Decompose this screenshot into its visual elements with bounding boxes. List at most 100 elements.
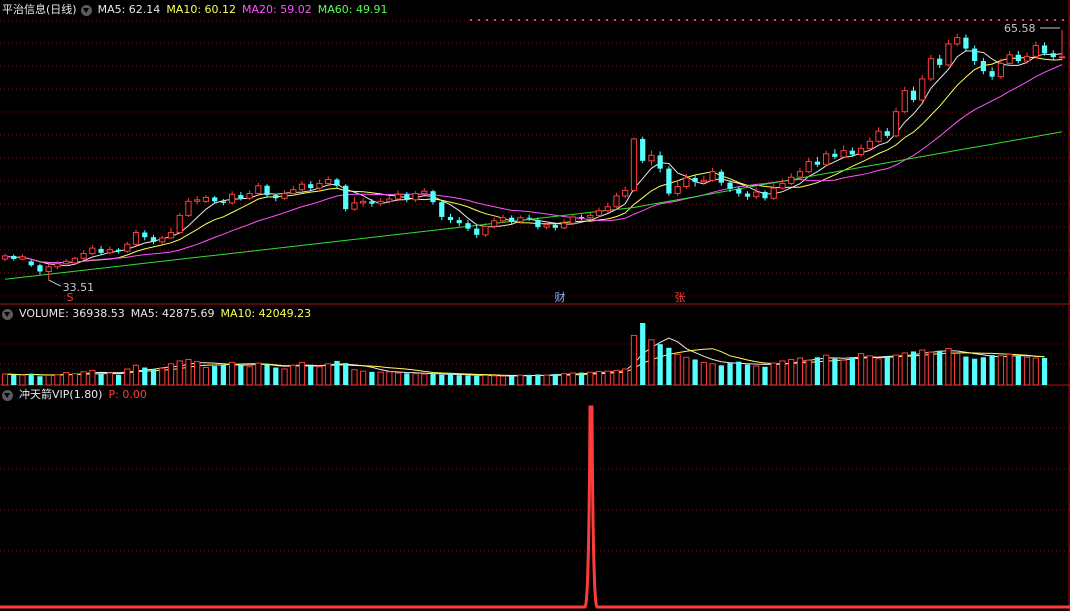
volume-bar bbox=[142, 367, 148, 385]
volume-bar bbox=[640, 323, 646, 385]
volume-bar bbox=[892, 354, 900, 386]
candle-body bbox=[19, 256, 26, 260]
volume-bar bbox=[578, 372, 585, 385]
candle-body bbox=[892, 111, 900, 137]
candle-body bbox=[595, 210, 603, 216]
volume-bar bbox=[132, 364, 140, 386]
candle-body bbox=[430, 191, 436, 203]
volume-bar bbox=[805, 359, 812, 386]
candle-body bbox=[316, 182, 323, 189]
stock-title: 平治信息(日线) bbox=[2, 3, 77, 16]
volume-bar bbox=[901, 352, 908, 386]
volume-bar bbox=[543, 374, 550, 386]
candle-body bbox=[535, 220, 541, 228]
volume-bar bbox=[526, 374, 532, 385]
volume-bar bbox=[770, 362, 777, 386]
volume-bar bbox=[360, 370, 367, 386]
volume-bar bbox=[753, 365, 760, 386]
candle-body bbox=[840, 150, 847, 158]
candle-body bbox=[377, 200, 384, 205]
candle-body bbox=[972, 48, 978, 62]
candle-body bbox=[578, 216, 585, 218]
volume-bar bbox=[54, 374, 61, 386]
collapse-icon[interactable] bbox=[2, 308, 13, 320]
volume-bar bbox=[989, 355, 995, 385]
volume-bar bbox=[264, 364, 270, 385]
volume-bar bbox=[857, 353, 865, 386]
volume-bar bbox=[823, 354, 830, 386]
volume-bar bbox=[997, 355, 1004, 386]
candle-body bbox=[456, 220, 462, 224]
volume-bar bbox=[674, 353, 681, 386]
volume-bar bbox=[202, 366, 210, 386]
candle-body bbox=[45, 266, 52, 273]
candle-body bbox=[805, 161, 812, 173]
candle-body bbox=[238, 195, 244, 199]
candle-body bbox=[552, 224, 558, 228]
candle-body bbox=[963, 37, 969, 49]
candle-body bbox=[814, 161, 821, 165]
volume-bar bbox=[308, 366, 314, 385]
candle-body bbox=[875, 130, 882, 142]
volume-bar bbox=[229, 361, 236, 386]
candle-body bbox=[298, 183, 306, 191]
volume-bar bbox=[11, 374, 17, 385]
volume-bar bbox=[246, 366, 253, 386]
candle-body bbox=[560, 222, 568, 229]
indicator-line bbox=[0, 405, 1070, 609]
volume-bar bbox=[954, 353, 961, 386]
event-marker-2: 张 bbox=[675, 291, 686, 304]
candle-body bbox=[465, 223, 471, 229]
volume-bar bbox=[1006, 353, 1013, 386]
volume-bar bbox=[840, 359, 847, 386]
volume-bar bbox=[456, 375, 462, 385]
candle-body bbox=[290, 189, 297, 195]
volume-bar bbox=[386, 371, 393, 386]
volume-bar bbox=[185, 358, 192, 386]
candle-body bbox=[762, 191, 768, 199]
candle-body bbox=[185, 200, 192, 216]
candle-body bbox=[832, 153, 838, 157]
volume-bar bbox=[421, 373, 428, 386]
event-marker-0: S bbox=[67, 291, 74, 304]
candle-body bbox=[212, 197, 218, 202]
collapse-icon[interactable] bbox=[80, 4, 92, 16]
candle-body bbox=[394, 193, 402, 200]
volume-bar bbox=[106, 372, 113, 386]
volume-bar bbox=[491, 375, 498, 386]
volume-bar bbox=[290, 364, 297, 386]
candle-body bbox=[439, 202, 445, 217]
volume-bar bbox=[298, 361, 306, 386]
candle-body bbox=[526, 217, 532, 219]
candle-body bbox=[491, 220, 498, 227]
volume-bar bbox=[727, 363, 733, 385]
candle-body bbox=[517, 217, 524, 223]
price-annotations: 65.5833.51S 财张 bbox=[48, 22, 1060, 304]
candle-body bbox=[727, 182, 733, 189]
collapse-icon[interactable] bbox=[2, 389, 13, 401]
candle-body bbox=[857, 147, 865, 156]
volume-bar bbox=[692, 359, 698, 385]
volume-bar bbox=[648, 339, 655, 386]
volume-bar bbox=[412, 373, 419, 386]
candle-body bbox=[404, 194, 410, 200]
candle-body bbox=[124, 243, 131, 252]
candle-body bbox=[421, 190, 428, 195]
volume-bar bbox=[369, 371, 375, 385]
candle-body bbox=[927, 58, 935, 80]
candle-body bbox=[954, 37, 961, 45]
volume-bar bbox=[604, 370, 611, 386]
vol-ma10-label: MA10: 42049.23 bbox=[220, 307, 312, 320]
volume-bar bbox=[535, 374, 541, 385]
candle-body bbox=[71, 257, 79, 264]
volume-bar bbox=[552, 374, 558, 385]
candle-body bbox=[744, 193, 751, 197]
ma20-label: MA20: 59.02 bbox=[242, 3, 312, 16]
candle-body bbox=[167, 232, 175, 239]
volume-bar bbox=[1015, 355, 1021, 385]
indicator-p-label: P: 0.00 bbox=[108, 388, 147, 401]
candle-body bbox=[866, 140, 873, 149]
volume-bar bbox=[613, 369, 620, 386]
candle-body bbox=[1015, 54, 1021, 62]
candle-body bbox=[700, 179, 707, 183]
